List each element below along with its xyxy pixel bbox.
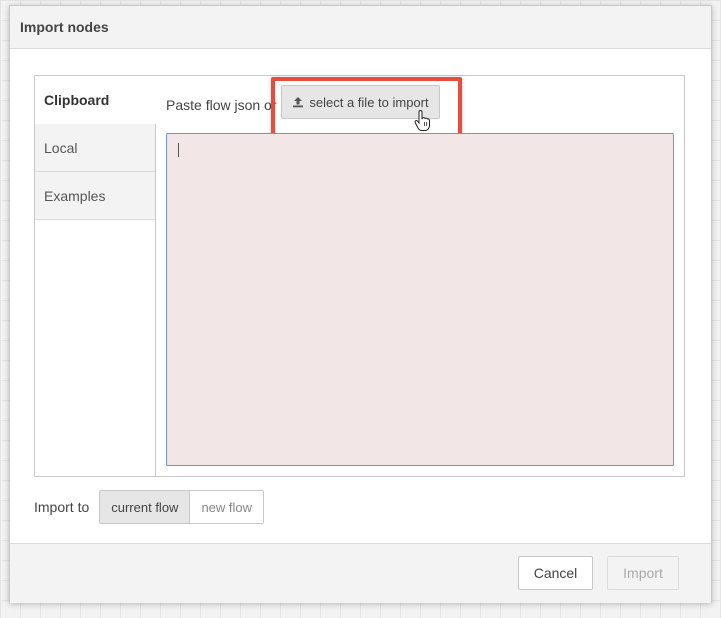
tab-local[interactable]: Local	[35, 124, 155, 172]
import-tabs: Clipboard Local Examples	[35, 76, 156, 476]
tab-label: Local	[44, 139, 78, 156]
hand-cursor-icon	[414, 110, 430, 131]
select-file-label: select a file to import	[309, 94, 429, 110]
cancel-button[interactable]: Cancel	[518, 556, 593, 590]
paste-prefix-text: Paste flow json or	[166, 97, 277, 113]
tab-examples[interactable]: Examples	[35, 172, 155, 220]
tab-label: Examples	[44, 187, 106, 204]
current-flow-button[interactable]: current flow	[100, 491, 191, 523]
paste-instructions: Paste flow json or	[166, 90, 277, 120]
import-button[interactable]: Import	[607, 556, 679, 590]
tab-label: Clipboard	[44, 91, 110, 108]
upload-icon	[293, 97, 304, 108]
import-to-row: Import to current flow new flow	[34, 490, 265, 524]
dialog-footer: Cancel Import	[10, 543, 711, 603]
dialog-titlebar: Import nodes	[10, 6, 711, 49]
import-target-toggle: current flow new flow	[99, 490, 265, 524]
flow-json-textarea[interactable]	[166, 133, 674, 466]
new-flow-button[interactable]: new flow	[190, 491, 264, 523]
dialog-title: Import nodes	[20, 19, 109, 35]
import-to-label: Import to	[34, 499, 90, 515]
import-nodes-dialog: Import nodes Clipboard Local Examples Pa…	[9, 5, 712, 603]
import-panel: Clipboard Local Examples Paste flow json…	[34, 75, 685, 477]
text-caret	[178, 143, 179, 157]
tab-clipboard[interactable]: Clipboard	[35, 76, 156, 124]
